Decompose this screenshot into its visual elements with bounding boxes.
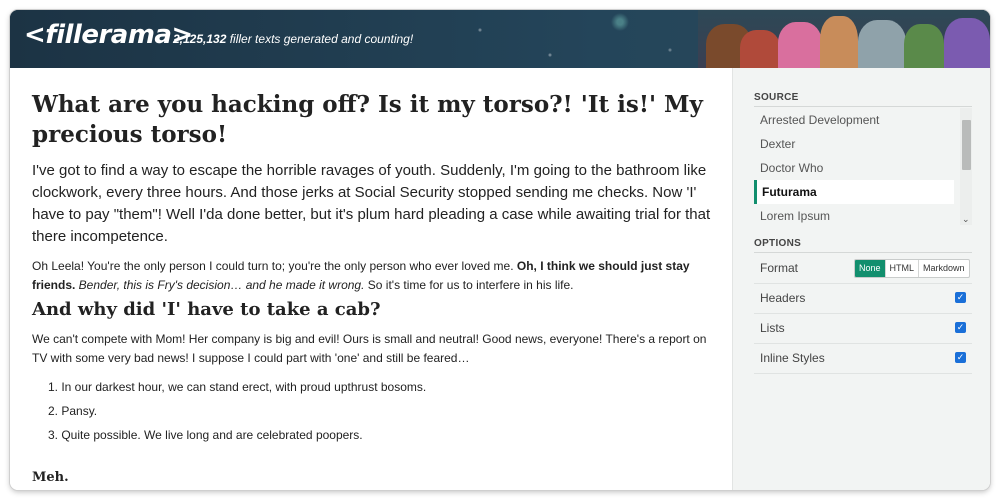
source-item-futurama[interactable]: Futurama	[754, 180, 954, 204]
list-item: 3. Quite possible. We live long and are …	[48, 428, 363, 442]
divider	[754, 106, 972, 107]
options-section-title: OPTIONS	[754, 238, 802, 249]
format-html-button[interactable]: HTML	[884, 260, 919, 277]
fillerama-logo[interactable]: <fillerama>	[24, 20, 193, 50]
generated-counter: 2,125,132 filler texts generated and cou…	[173, 32, 413, 46]
inline-styles-label: Inline Styles	[760, 351, 825, 365]
format-selector[interactable]: None HTML Markdown	[854, 259, 970, 278]
futurama-characters-image	[698, 10, 990, 68]
counter-number: 2,125,132	[173, 32, 227, 46]
source-section-title: SOURCE	[754, 92, 799, 103]
headers-option-row: Headers ✓	[754, 283, 972, 314]
lists-label: Lists	[760, 321, 785, 335]
closing-text: Meh.	[32, 470, 69, 485]
list-item: 2. Pansy.	[48, 404, 98, 418]
para-text-end: So it's time for us to interfere in his …	[364, 278, 574, 292]
paragraph-1: Oh Leela! You're the only person I could…	[32, 257, 712, 295]
format-label: Format	[760, 261, 799, 275]
headers-label: Headers	[760, 291, 806, 305]
source-list[interactable]: Arrested Development Dexter Doctor Who F…	[754, 108, 972, 225]
list-item: 1. In our darkest hour, we can stand ere…	[48, 380, 427, 394]
format-none-button[interactable]: None	[855, 260, 885, 277]
page-title: What are you hacking off? Is it my torso…	[32, 91, 703, 148]
filler-output: What are you hacking off? Is it my torso…	[10, 68, 732, 490]
chevron-down-icon[interactable]: ⌄	[962, 214, 970, 225]
inline-styles-checkbox[interactable]: ✓	[955, 352, 966, 363]
counter-text: filler texts generated and counting!	[226, 32, 414, 46]
sidebar: SOURCE Arrested Development Dexter Docto…	[732, 68, 990, 490]
lists-checkbox[interactable]: ✓	[955, 322, 966, 333]
source-item-doctor-who[interactable]: Doctor Who	[754, 156, 954, 180]
para-text: Oh Leela! You're the only person I could…	[32, 259, 517, 273]
source-item-arrested-development[interactable]: Arrested Development	[754, 108, 954, 132]
numbered-list: 1. In our darkest hour, we can stand ere…	[32, 377, 426, 449]
scrollbar-thumb[interactable]	[962, 120, 971, 170]
headers-checkbox[interactable]: ✓	[955, 292, 966, 303]
source-item-lorem-ipsum[interactable]: Lorem Ipsum	[754, 204, 954, 225]
inline-styles-option-row: Inline Styles ✓	[754, 343, 972, 374]
paragraph-2: We can't compete with Mom! Her company i…	[32, 332, 707, 365]
subheading: And why did 'I' have to take a cab?	[32, 299, 381, 320]
source-list-scrollbar[interactable]: ⌄	[960, 108, 972, 225]
format-markdown-button[interactable]: Markdown	[918, 260, 969, 277]
lead-paragraph: I've got to find a way to escape the hor…	[32, 162, 711, 245]
header-banner: <fillerama> 2,125,132 filler texts gener…	[10, 10, 990, 68]
format-option-row: Format None HTML Markdown	[754, 253, 972, 284]
para-italic-text: Bender, this is Fry's decision… and he m…	[75, 278, 365, 292]
lists-option-row: Lists ✓	[754, 313, 972, 344]
fillerama-window: <fillerama> 2,125,132 filler texts gener…	[10, 10, 990, 490]
source-item-dexter[interactable]: Dexter	[754, 132, 954, 156]
